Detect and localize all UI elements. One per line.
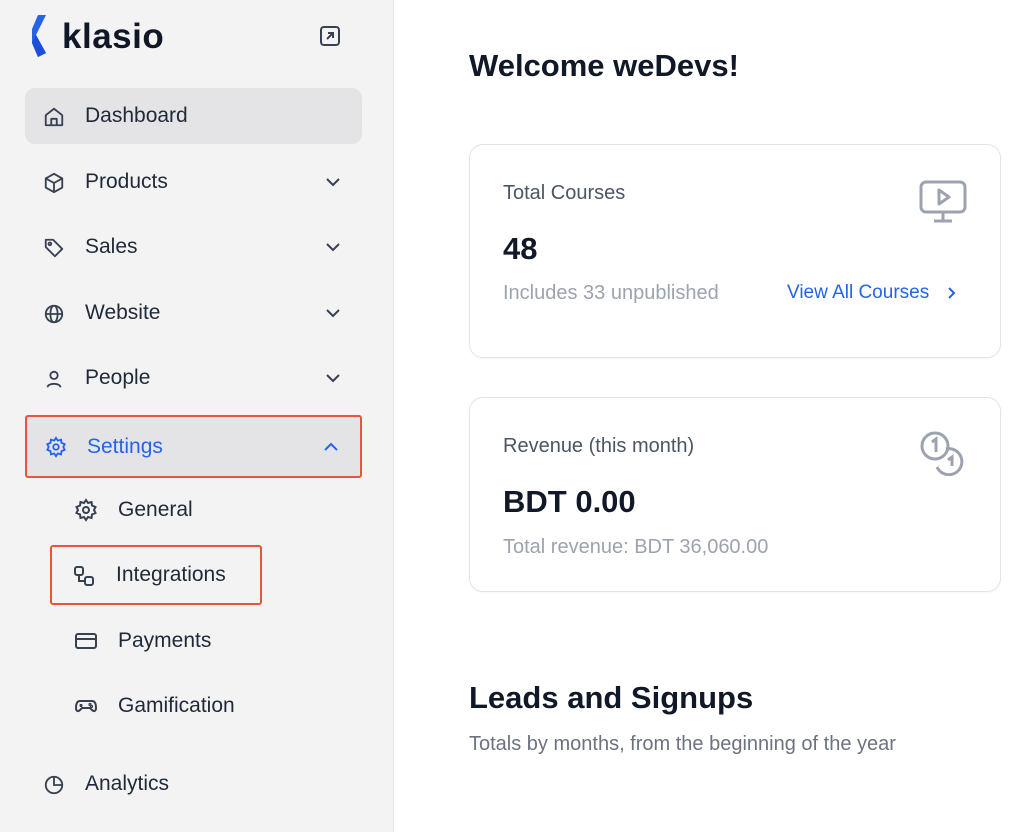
view-all-courses-link[interactable]: View All Courses bbox=[787, 282, 959, 304]
sidebar-subitem-label: Payments bbox=[118, 629, 212, 652]
unpublished-note: Includes 33 unpublished bbox=[503, 282, 719, 304]
chevron-down-icon[interactable] bbox=[324, 238, 342, 256]
klasio-logo-icon bbox=[32, 15, 46, 57]
chevron-up-icon[interactable] bbox=[322, 438, 340, 456]
external-arrow-icon bbox=[320, 26, 340, 46]
chevron-down-icon[interactable] bbox=[324, 304, 342, 322]
collapse-sidebar-button[interactable] bbox=[319, 25, 341, 47]
coins-icon bbox=[920, 431, 964, 476]
revenue-value: BDT 0.00 bbox=[503, 484, 636, 519]
sidebar-subitem-payments[interactable]: Payments bbox=[52, 613, 262, 669]
leads-section-title: Leads and Signups bbox=[469, 680, 754, 715]
pie-chart-icon bbox=[44, 775, 64, 795]
integrations-icon bbox=[74, 566, 94, 586]
sidebar-item-label: Analytics bbox=[85, 772, 170, 795]
sidebar-item-label: Sales bbox=[85, 235, 138, 258]
chevron-down-icon[interactable] bbox=[324, 369, 342, 387]
sidebar-subitem-label: Integrations bbox=[116, 563, 226, 586]
page-title: Welcome weDevs! bbox=[469, 48, 739, 83]
sidebar-subitem-integrations[interactable]: Integrations bbox=[50, 545, 262, 605]
chevron-down-icon[interactable] bbox=[324, 173, 342, 191]
sidebar-item-label: Website bbox=[85, 301, 161, 324]
gamepad-icon bbox=[75, 700, 97, 713]
video-monitor-icon bbox=[919, 180, 967, 223]
leads-section-subtitle: Totals by months, from the beginning of … bbox=[469, 733, 896, 755]
sidebar-subitem-general[interactable]: General bbox=[52, 482, 262, 538]
globe-icon bbox=[44, 304, 64, 324]
sidebar-item-people[interactable]: People bbox=[25, 350, 362, 406]
sidebar-item-label: Products bbox=[85, 170, 168, 193]
sidebar-item-analytics[interactable]: Analytics bbox=[25, 756, 362, 812]
box-icon bbox=[44, 172, 64, 194]
sidebar-item-products[interactable]: Products bbox=[25, 154, 362, 210]
sidebar-item-website[interactable]: Website bbox=[25, 285, 362, 341]
gear-icon bbox=[75, 498, 97, 522]
sidebar-item-label: Settings bbox=[87, 434, 163, 458]
logo[interactable]: klasio bbox=[32, 15, 164, 59]
credit-card-icon bbox=[75, 633, 97, 649]
total-revenue-note: Total revenue: BDT 36,060.00 bbox=[503, 536, 769, 558]
sidebar-subitem-label: General bbox=[118, 498, 193, 521]
sidebar-item-label: People bbox=[85, 366, 151, 389]
sidebar: klasio Dashboard Products Sales Website … bbox=[0, 0, 394, 832]
view-all-courses-label: View All Courses bbox=[787, 282, 930, 303]
sidebar-subitem-label: Gamification bbox=[118, 694, 235, 717]
sidebar-item-sales[interactable]: Sales bbox=[25, 219, 362, 275]
chevron-right-icon bbox=[948, 287, 956, 299]
home-icon bbox=[44, 107, 64, 127]
user-icon bbox=[46, 370, 62, 388]
sidebar-subitem-gamification[interactable]: Gamification bbox=[52, 678, 262, 734]
card-title: Revenue (this month) bbox=[503, 435, 695, 457]
sidebar-item-dashboard[interactable]: Dashboard bbox=[25, 88, 362, 144]
sidebar-item-label: Dashboard bbox=[85, 104, 188, 127]
gear-icon bbox=[46, 436, 66, 458]
logo-text: klasio bbox=[62, 17, 165, 56]
total-courses-value: 48 bbox=[503, 231, 538, 266]
tag-icon bbox=[44, 238, 64, 258]
sidebar-item-settings[interactable]: Settings bbox=[25, 415, 362, 478]
total-courses-card: Total Courses 48 Includes 33 unpublished… bbox=[469, 144, 1001, 358]
revenue-card: Revenue (this month) BDT 0.00 Total reve… bbox=[469, 397, 1001, 592]
card-title: Total Courses bbox=[503, 182, 626, 204]
